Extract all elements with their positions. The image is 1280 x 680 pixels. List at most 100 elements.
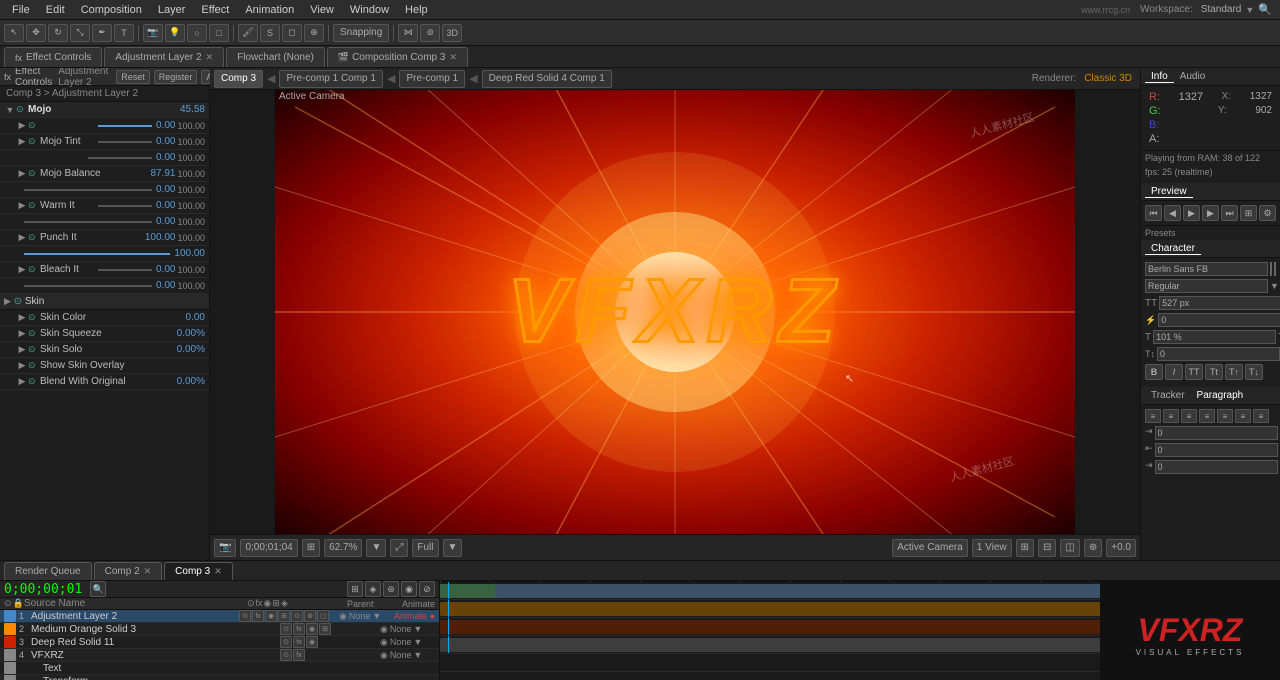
eye-warm[interactable]: ⊙ <box>28 200 40 211</box>
viewer-frames-btn[interactable]: ⊞ <box>302 539 320 557</box>
l2-sw4[interactable]: ⊞ <box>319 623 331 635</box>
eye-skin-solo[interactable]: ⊙ <box>28 344 40 355</box>
tab-adjustment-layer[interactable]: Adjustment Layer 2 ✕ <box>104 47 224 67</box>
tint-slider[interactable] <box>98 141 152 143</box>
bottom-tab-comp3[interactable]: Comp 3 ✕ <box>164 562 233 580</box>
l1-sw3[interactable]: ◉ <box>265 610 277 622</box>
toggle-1[interactable]: ▶ <box>16 120 28 132</box>
mojo-tint-value[interactable]: 0.00 <box>156 136 175 147</box>
viewer-tab-deepred[interactable]: Deep Red Solid 4 Comp 1 <box>482 70 612 88</box>
layer-4-parent-dropdown[interactable]: ▼ <box>413 650 422 660</box>
bottom-tab-render-queue[interactable]: Render Queue <box>4 562 92 580</box>
para-indent-left[interactable] <box>1155 426 1278 440</box>
eye-bleach[interactable]: ⊙ <box>28 264 40 275</box>
mojo-toggle[interactable]: ▼ <box>4 104 16 116</box>
warm-sub-slider[interactable] <box>24 221 152 223</box>
tab-composition[interactable]: 🎬 Composition Comp 3 ✕ <box>327 47 468 67</box>
justify-left-btn[interactable]: ≡ <box>1199 409 1215 423</box>
mojo-value[interactable]: 45.58 <box>180 104 205 115</box>
menu-item-layer[interactable]: Layer <box>150 0 194 19</box>
align-left-btn[interactable]: ≡ <box>1145 409 1161 423</box>
bleach-slider[interactable] <box>98 269 152 271</box>
font-style-dropdown[interactable]: ▼ <box>1270 281 1279 291</box>
timeline-timecode[interactable]: 0;00;00;01 <box>4 582 82 597</box>
l4-sw2[interactable]: fx <box>293 649 305 661</box>
l3-sw1[interactable]: ⊙ <box>280 636 292 648</box>
tl-btn-2[interactable]: ◈ <box>365 581 381 597</box>
viewer-tab-precomp[interactable]: Pre-comp 1 <box>399 70 465 88</box>
tool-move[interactable]: ✥ <box>26 24 46 42</box>
tool-puppet[interactable]: ⊕ <box>304 24 324 42</box>
viewer-view-btn[interactable]: 1 View <box>972 539 1012 557</box>
skin-toggle[interactable]: ▶ <box>4 296 11 306</box>
tool-null[interactable]: ○ <box>187 24 207 42</box>
layer-row-1[interactable]: 1 Adjustment Layer 2 ⊙ fx ◉ ⊞ ⊙ ⊛ ◻ ◉ No… <box>0 610 439 623</box>
tab-character[interactable]: Character <box>1145 243 1201 255</box>
slider-1[interactable] <box>98 125 152 127</box>
font-style-field[interactable] <box>1145 279 1268 293</box>
tool-scale[interactable]: ⤡ <box>70 24 90 42</box>
justify-center-btn[interactable]: ≡ <box>1217 409 1233 423</box>
tab-tracker[interactable]: Tracker <box>1145 390 1191 401</box>
l1-sw6[interactable]: ⊛ <box>304 610 316 622</box>
caps-btn[interactable]: TT <box>1185 364 1203 380</box>
reset-btn[interactable]: Reset <box>116 70 150 84</box>
preview-next-btn[interactable]: ▶ <box>1202 205 1219 221</box>
toggle-skin-squeeze[interactable]: ▶ <box>16 328 28 340</box>
preview-prev-btn[interactable]: ◀ <box>1164 205 1181 221</box>
blend-original-value[interactable]: 0.00% <box>177 376 205 387</box>
tint-sub-val[interactable]: 0.00 <box>156 152 175 163</box>
toggle-balance[interactable]: ▶ <box>16 168 28 180</box>
viewer-fit-btn[interactable]: ⤢ <box>390 539 408 557</box>
baseline-field[interactable] <box>1157 347 1280 361</box>
menu-item-animation[interactable]: Animation <box>237 0 302 19</box>
viewer-time-btn[interactable]: 0;00;01;04 <box>240 539 297 557</box>
viewer-snapshot-btn[interactable]: 📷 <box>214 539 236 557</box>
font-size-field[interactable] <box>1159 296 1280 310</box>
tool-eraser[interactable]: ◻ <box>282 24 302 42</box>
menu-item-edit[interactable]: Edit <box>38 0 73 19</box>
close-tab-comp[interactable]: ✕ <box>449 52 457 63</box>
layer-row-6[interactable]: Transform <box>0 675 439 680</box>
text-color-swatch[interactable] <box>1270 262 1272 276</box>
toggle-blend[interactable]: ▶ <box>16 376 28 388</box>
layer-3-parent-dropdown[interactable]: ▼ <box>413 637 422 647</box>
eye-skin-squeeze[interactable]: ⊙ <box>28 328 40 339</box>
mojo-eye[interactable]: ⊙ <box>16 104 28 115</box>
sub-btn[interactable]: T↓ <box>1245 364 1263 380</box>
tab-audio[interactable]: Audio <box>1174 71 1212 82</box>
register-btn[interactable]: Register <box>154 70 198 84</box>
tab-flowchart[interactable]: Flowchart (None) <box>226 47 325 67</box>
toggle-skin-solo[interactable]: ▶ <box>16 344 28 356</box>
toggle-skin-overlay[interactable]: ▶ <box>16 360 28 372</box>
tool-3d[interactable]: 3D <box>442 24 462 42</box>
eff-val-1[interactable]: 0.00 <box>156 120 175 131</box>
punch-sub-slider[interactable] <box>24 253 170 255</box>
viewer-channels-btn[interactable]: ⊕ <box>1084 539 1102 557</box>
viewer-view-grid-btn[interactable]: ⊞ <box>1016 539 1034 557</box>
tool-select[interactable]: ↖ <box>4 24 24 42</box>
para-indent-right[interactable] <box>1155 443 1278 457</box>
punch-sub-val[interactable]: 100.00 <box>174 248 205 259</box>
l3-sw3[interactable]: ◉ <box>306 636 318 648</box>
bold-btn[interactable]: B <box>1145 364 1163 380</box>
bleach-sub-val[interactable]: 0.00 <box>156 280 175 291</box>
tool-light[interactable]: 💡 <box>165 24 185 42</box>
l1-sw5[interactable]: ⊙ <box>291 610 303 622</box>
mojo-balance-value[interactable]: 87.91 <box>150 168 175 179</box>
eye-balance[interactable]: ⊙ <box>28 168 40 179</box>
preview-last-btn[interactable]: ⏭ <box>1221 205 1238 221</box>
viewer-exposure-btn[interactable]: +0.0 <box>1106 539 1136 557</box>
close-tab-1[interactable]: ✕ <box>206 52 214 63</box>
l4-sw1[interactable]: ⊙ <box>280 649 292 661</box>
bottom-tab-comp2[interactable]: Comp 2 ✕ <box>94 562 163 580</box>
toggle-warm[interactable]: ▶ <box>16 200 28 212</box>
preview-copy-btn[interactable]: ⊞ <box>1240 205 1257 221</box>
menu-item-file[interactable]: File <box>4 0 38 19</box>
eye-skin-overlay[interactable]: ⊙ <box>28 360 40 371</box>
toggle-punch[interactable]: ▶ <box>16 232 28 244</box>
align-center-btn[interactable]: ≡ <box>1163 409 1179 423</box>
font-name-field[interactable] <box>1145 262 1268 276</box>
menu-item-help[interactable]: Help <box>397 0 436 19</box>
stroke-color-swatch[interactable] <box>1274 262 1276 276</box>
